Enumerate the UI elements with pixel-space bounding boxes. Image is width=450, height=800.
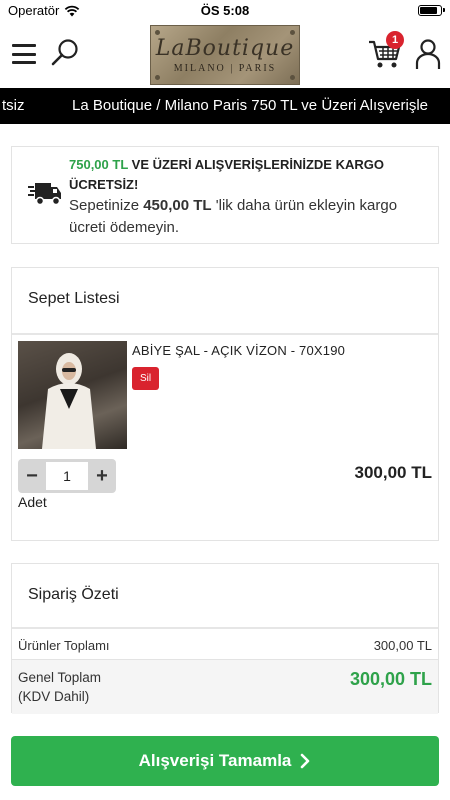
- status-bar: Operatör ÖS 5:08: [0, 0, 450, 22]
- product-photo-figure: [42, 353, 96, 449]
- shipping-text: 750,00 TL VE ÜZERİ ALIŞVERİŞLERİNİZDE KA…: [69, 155, 434, 239]
- battery-icon: [418, 5, 445, 16]
- divider: [12, 333, 438, 335]
- remaining-prefix: Sepetinize: [69, 197, 144, 214]
- decrease-quantity-button[interactable]: −: [18, 459, 46, 493]
- grand-total-row: Genel Toplam (KDV Dahil) 300,00 TL: [12, 660, 438, 714]
- grand-total-label-group: Genel Toplam (KDV Dahil): [18, 668, 101, 706]
- quantity-label: Adet: [18, 494, 47, 510]
- item-price: 300,00 TL: [354, 463, 433, 482]
- complete-purchase-button[interactable]: Alışverişi Tamamla: [11, 736, 439, 786]
- marquee-fragment: tsiz: [2, 97, 25, 114]
- product-name[interactable]: ABİYE ŞAL - AÇIK VİZON - 70X190: [132, 343, 345, 358]
- subtotal-label: Ürünler Toplamı: [18, 638, 110, 653]
- free-shipping-notice: 750,00 TL VE ÜZERİ ALIŞVERİŞLERİNİZDE KA…: [11, 146, 439, 244]
- shipping-threshold: 750,00 TL: [69, 157, 129, 172]
- quantity-stepper: − 1 +: [18, 459, 116, 493]
- shipping-remaining: Sepetinize 450,00 TL 'lik daha ürün ekle…: [69, 195, 434, 239]
- chevron-right-icon: [301, 753, 310, 769]
- search-icon[interactable]: [50, 38, 80, 68]
- remaining-amount: 450,00 TL: [143, 197, 212, 214]
- grand-total-label: Genel Toplam: [18, 670, 102, 685]
- cart-count-badge: 1: [386, 31, 404, 49]
- logo-script-text: LaBoutique: [155, 36, 295, 61]
- app-header: LaBoutique MILANO | PARIS 1: [0, 22, 450, 88]
- quantity-input[interactable]: 1: [46, 462, 88, 490]
- vat-included-note: (KDV Dahil): [18, 689, 90, 704]
- cart-list-panel: Sepet Listesi ABİYE ŞAL - AÇIK VİZON - 7…: [11, 267, 439, 541]
- order-summary-panel: Sipariş Özeti Ürünler Toplamı 300,00 TL …: [11, 563, 439, 714]
- logo-subtitle: MILANO | PARIS: [173, 63, 277, 74]
- cart-list-title: Sepet Listesi: [28, 290, 120, 307]
- battery-level: [420, 7, 437, 14]
- clock: ÖS 5:08: [200, 3, 250, 18]
- subtotal-row: Ürünler Toplamı 300,00 TL: [12, 629, 438, 660]
- increase-quantity-button[interactable]: +: [88, 459, 116, 493]
- brand-logo[interactable]: LaBoutique MILANO | PARIS: [150, 25, 300, 85]
- product-image[interactable]: [18, 341, 127, 449]
- user-icon[interactable]: [414, 38, 442, 70]
- shipping-headline: 750,00 TL VE ÜZERİ ALIŞVERİŞLERİNİZDE KA…: [69, 155, 434, 195]
- grand-total-value: 300,00 TL: [349, 669, 432, 689]
- menu-icon[interactable]: [12, 44, 36, 64]
- checkout-bar: Alışverişi Tamamla: [0, 722, 450, 800]
- marquee-text: La Boutique / Milano Paris 750 TL ve Üze…: [72, 97, 429, 114]
- complete-purchase-label: Alışverişi Tamamla: [138, 751, 292, 770]
- delete-button[interactable]: Sil: [132, 367, 159, 390]
- order-summary-title: Sipariş Özeti: [28, 586, 119, 603]
- announcement-marquee: tsiz La Boutique / Milano Paris 750 TL v…: [0, 88, 450, 124]
- truck-icon: [28, 183, 61, 206]
- subtotal-value: 300,00 TL: [373, 638, 432, 653]
